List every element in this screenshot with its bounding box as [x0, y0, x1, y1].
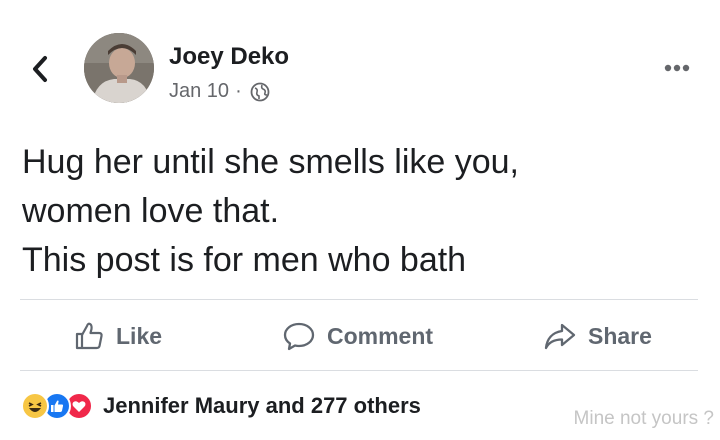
- post-line: Hug her until she smells like you,: [22, 143, 520, 181]
- divider: [20, 370, 698, 371]
- like-label: Like: [116, 322, 163, 349]
- like-button[interactable]: Like: [73, 316, 162, 356]
- comment-button[interactable]: Comment: [282, 316, 433, 356]
- watermark: Mine not yours ?: [573, 408, 714, 429]
- divider: [20, 299, 698, 300]
- back-button[interactable]: [28, 52, 52, 86]
- more-options-button[interactable]: [660, 58, 694, 78]
- ellipsis-icon: [664, 64, 690, 72]
- share-arrow-icon: [544, 323, 576, 350]
- share-button[interactable]: Share: [543, 316, 652, 356]
- thumbs-up-icon: [75, 322, 103, 350]
- post-text: Hug her until she smells like you, women…: [22, 138, 702, 285]
- meta-separator: ·: [235, 80, 242, 102]
- post-meta: Jan 10 ·: [169, 80, 270, 103]
- comment-label: Comment: [327, 322, 434, 349]
- comment-icon: [283, 322, 315, 351]
- globe-icon[interactable]: [250, 82, 270, 102]
- author-name[interactable]: Joey Deko: [169, 43, 289, 71]
- post-line: This post is for men who bath: [22, 241, 467, 279]
- post-line: women love that.: [22, 192, 280, 230]
- reactors-text[interactable]: Jennifer Maury and 277 others: [103, 393, 421, 419]
- reactions-summary[interactable]: Jennifer Maury and 277 others: [21, 392, 421, 420]
- post-date[interactable]: Jan 10: [169, 80, 229, 103]
- profile-photo: [84, 33, 154, 103]
- share-label: Share: [588, 322, 652, 349]
- avatar[interactable]: [84, 33, 154, 103]
- haha-reaction-icon: [21, 392, 49, 420]
- chevron-left-icon: [33, 56, 47, 82]
